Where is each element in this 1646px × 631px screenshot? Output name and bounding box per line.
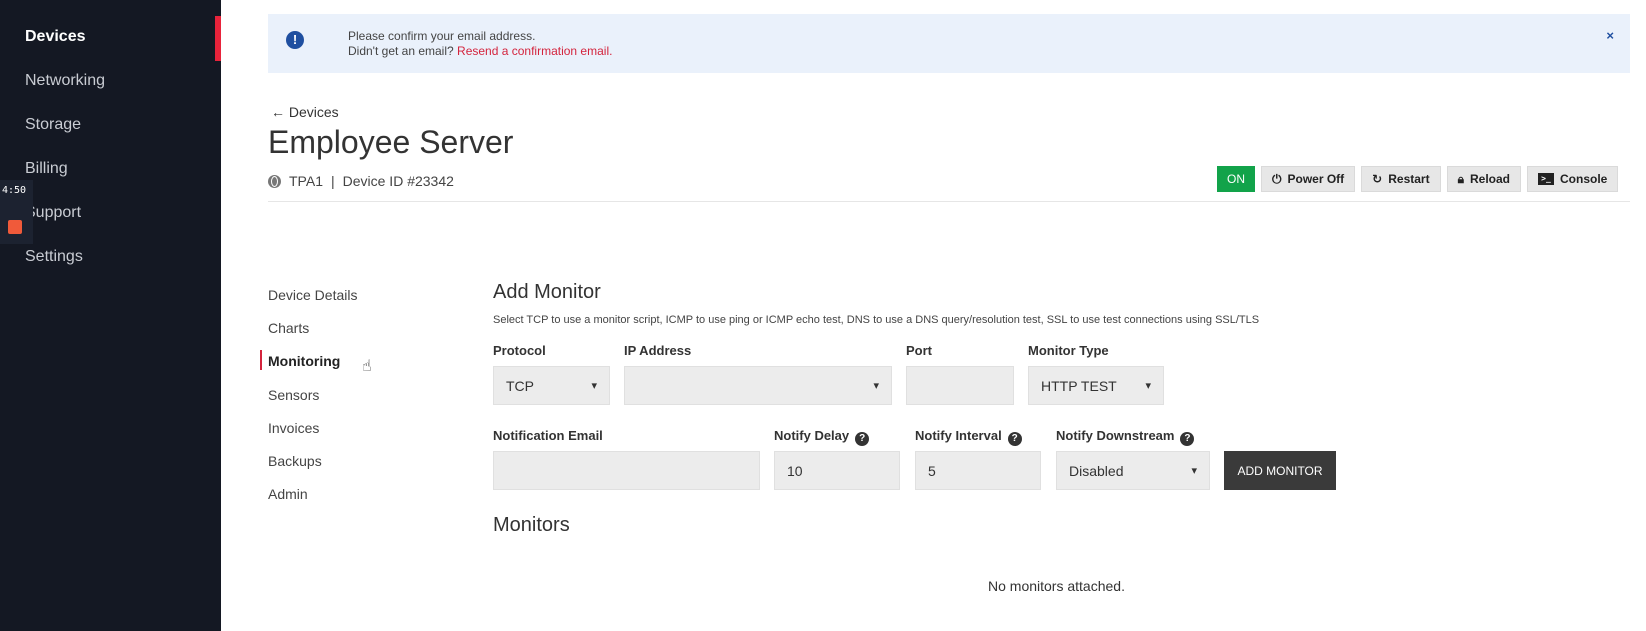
help-icon[interactable]: ? [855, 432, 870, 446]
notify-downstream-select[interactable]: Disabled [1056, 451, 1210, 490]
monitor-type-label: Monitor Type [1028, 343, 1109, 358]
subnav-sensors[interactable]: Sensors [268, 387, 319, 403]
recording-timer: 4:50 [2, 185, 27, 196]
info-icon: ! [286, 31, 304, 49]
restart-button[interactable]: ↻ Restart [1361, 166, 1441, 192]
sidebar-item-storage[interactable]: Storage [25, 116, 81, 134]
active-nav-indicator [215, 16, 221, 61]
port-input[interactable] [906, 366, 1014, 405]
protocol-select[interactable]: TCP [493, 366, 610, 405]
subnav-invoices[interactable]: Invoices [268, 420, 319, 436]
device-actions-toolbar: ON ⏻ Power Off ↻ Restart 🔒︎ Reload >_ Co… [1217, 166, 1619, 192]
port-label: Port [906, 343, 932, 358]
notify-interval-input[interactable]: 5 [915, 451, 1041, 490]
add-monitor-button[interactable]: ADD MONITOR [1224, 451, 1336, 490]
sidebar-item-billing[interactable]: Billing [25, 160, 68, 178]
power-icon: ⏻ [1272, 171, 1282, 186]
help-icon[interactable]: ? [1007, 432, 1022, 446]
email-confirmation-alert: ! Please confirm your email address. Did… [268, 14, 1630, 73]
monitors-title: Monitors [493, 514, 570, 536]
device-subinfo: TPA1 | Device ID #23342 [268, 173, 454, 189]
subinfo-separator: | [330, 173, 335, 189]
alert-resend-prefix: Didn't get an email? [348, 44, 454, 58]
notify-interval-label: Notify Interval? [915, 428, 1022, 446]
power-off-button[interactable]: ⏻ Power Off [1261, 166, 1356, 192]
ip-address-select[interactable] [624, 366, 892, 405]
terminal-icon: >_ [1538, 173, 1554, 185]
notify-delay-input[interactable]: 10 [774, 451, 900, 490]
subnav-charts[interactable]: Charts [268, 320, 309, 336]
subnav-active-indicator [260, 350, 262, 370]
lock-icon: 🔒︎ [1457, 171, 1464, 186]
notify-delay-label: Notify Delay? [774, 428, 870, 446]
restart-icon: ↻ [1372, 172, 1383, 186]
notification-email-input[interactable] [493, 451, 760, 490]
protocol-label: Protocol [493, 343, 546, 358]
notify-interval-text: Notify Interval [915, 428, 1002, 443]
monitor-type-select[interactable]: HTTP TEST [1028, 366, 1164, 405]
device-id: Device ID #23342 [342, 173, 454, 189]
hand-cursor-icon: ☝ [362, 358, 372, 375]
help-icon[interactable]: ? [1180, 432, 1195, 446]
power-status-badge[interactable]: ON [1217, 166, 1255, 192]
subnav-device-details[interactable]: Device Details [268, 287, 357, 303]
sidebar-item-support[interactable]: Support [25, 204, 81, 222]
device-location: TPA1 [289, 173, 323, 189]
no-monitors-message: No monitors attached. [988, 578, 1125, 594]
sidebar: Devices Networking Storage Billing Suppo… [0, 0, 221, 631]
reload-label: Reload [1469, 172, 1510, 186]
page-title: Employee Server [268, 124, 514, 160]
subnav-backups[interactable]: Backups [268, 453, 322, 469]
stop-recording-icon[interactable] [8, 220, 22, 234]
sidebar-item-settings[interactable]: Settings [25, 248, 83, 266]
subnav-admin[interactable]: Admin [268, 486, 308, 502]
header-divider [268, 201, 1630, 202]
notify-downstream-label: Notify Downstream? [1056, 428, 1195, 446]
notification-email-label: Notification Email [493, 428, 603, 443]
globe-icon [268, 174, 281, 188]
ip-address-label: IP Address [624, 343, 692, 358]
add-monitor-title: Add Monitor [493, 281, 601, 303]
alert-message: Please confirm your email address. [348, 29, 536, 43]
add-monitor-description: Select TCP to use a monitor script, ICMP… [493, 314, 1260, 326]
notify-delay-text: Notify Delay [774, 428, 850, 443]
sidebar-item-networking[interactable]: Networking [25, 72, 105, 90]
console-label: Console [1560, 172, 1608, 186]
resend-confirmation-link[interactable]: Resend a confirmation email. [457, 44, 612, 58]
notify-downstream-text: Notify Downstream [1056, 428, 1175, 443]
console-button[interactable]: >_ Console [1527, 166, 1619, 192]
alert-resend-line: Didn't get an email? Resend a confirmati… [348, 44, 612, 58]
back-to-devices-link[interactable]: ← Devices [271, 104, 339, 120]
sidebar-item-devices[interactable]: Devices [25, 28, 86, 46]
restart-label: Restart [1388, 172, 1430, 186]
subnav-monitoring[interactable]: Monitoring [268, 353, 340, 369]
close-icon[interactable]: × [1606, 28, 1614, 43]
power-off-label: Power Off [1287, 172, 1345, 186]
reload-button[interactable]: 🔒︎ Reload [1446, 166, 1521, 192]
